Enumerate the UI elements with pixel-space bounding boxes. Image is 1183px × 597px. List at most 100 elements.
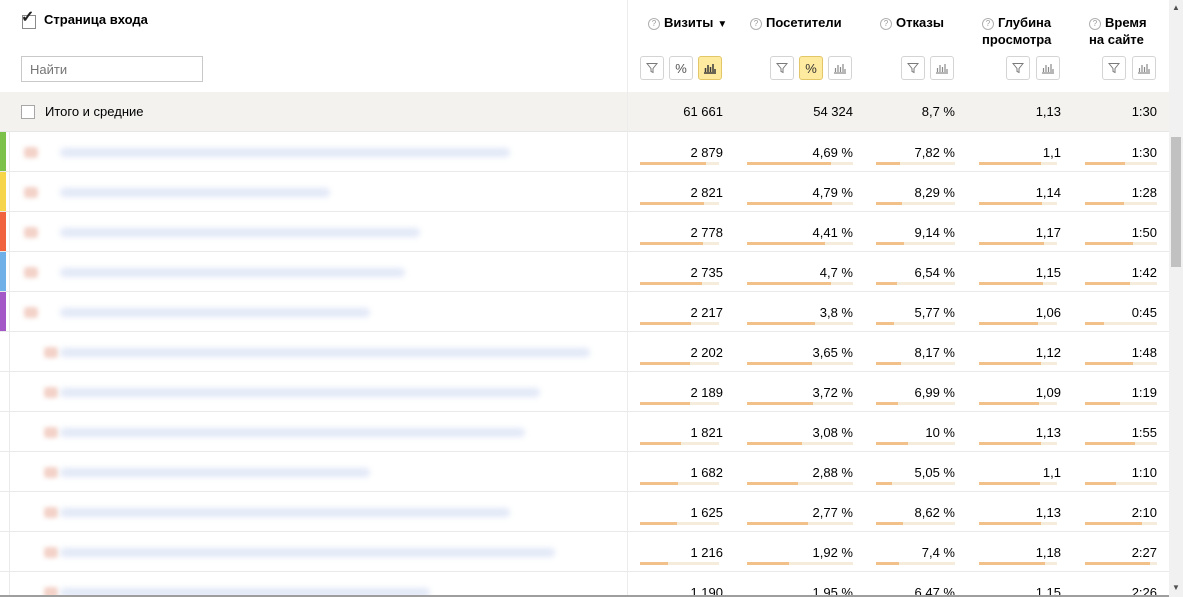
cell-bar-fill [640,402,690,405]
blurred-page-url[interactable] [60,468,370,477]
cell-bar [979,362,1057,365]
cell-bar-fill [1085,442,1135,445]
table-row[interactable]: 2 879 4,69 % 7,82 % 1,1 1:30 [0,132,1169,172]
totals-time: 1:30 [1131,104,1157,119]
table-row[interactable]: 2 217 3,8 % 5,77 % 1,06 0:45 [0,292,1169,332]
blurred-page-url[interactable] [60,308,370,317]
column-header-visits[interactable]: ? Визиты ▼ [648,14,727,33]
blurred-page-url[interactable] [60,348,590,357]
column-header-depth[interactable]: ? Глубина просмотра [982,14,1062,48]
help-icon[interactable]: ? [982,18,994,30]
cell-value: 1:42 [1131,265,1157,280]
dimension-checkbox[interactable]: ✓ [21,9,36,29]
cell-bar-fill [747,282,831,285]
cell-value: 2 821 [690,185,723,200]
series-color-strip [0,132,6,171]
table-row[interactable]: 2 202 3,65 % 8,17 % 1,12 1:48 [0,332,1169,372]
cell-bar-fill [1085,362,1133,365]
table-row[interactable]: 1 216 1,92 % 7,4 % 1,18 2:27 [0,532,1169,572]
column-header-visitors[interactable]: ? Посетители [750,14,842,31]
cell-bar-fill [876,242,904,245]
filter-button[interactable] [901,56,925,80]
cell-bar-fill [979,402,1039,405]
cell-bar-fill [979,482,1040,485]
bars-button[interactable] [1132,56,1156,80]
cell-bar-fill [747,202,832,205]
cell-bar-fill [979,242,1044,245]
cell-bar [640,442,719,445]
cell-bar [747,242,853,245]
table-row[interactable]: 1 190 1,95 % 6,47 % 1,15 2:26 [0,572,1169,597]
help-icon[interactable]: ? [750,18,762,30]
cell-value: 1:28 [1131,185,1157,200]
cell-bar-fill [1085,242,1133,245]
bars-button[interactable] [1036,56,1060,80]
vertical-scrollbar[interactable]: ▲ ▼ [1169,0,1183,597]
table-row[interactable]: 1 682 2,88 % 5,05 % 1,1 1:10 [0,452,1169,492]
cell-bar-fill [876,402,898,405]
table-row[interactable]: 1 821 3,08 % 10 % 1,13 1:55 [0,412,1169,452]
search-input[interactable] [21,56,203,82]
cell-bar [1085,522,1157,525]
blurred-page-url[interactable] [60,388,540,397]
cell-bar [876,482,955,485]
cell-bar-fill [640,362,690,365]
filter-button[interactable] [1102,56,1126,80]
totals-checkbox[interactable] [21,105,35,119]
table-row[interactable]: 2 189 3,72 % 6,99 % 1,09 1:19 [0,372,1169,412]
cell-value: 2 778 [690,225,723,240]
scrollbar-thumb[interactable] [1171,137,1181,267]
blurred-page-url[interactable] [60,188,330,197]
bar-chart-icon [936,64,948,74]
cell-value: 1 625 [690,505,723,520]
blurred-page-url[interactable] [60,508,510,517]
bars-button[interactable] [698,56,722,80]
cell-value: 5,77 % [914,305,955,320]
table-row[interactable]: 1 625 2,77 % 8,62 % 1,13 2:10 [0,492,1169,532]
blurred-page-url[interactable] [60,548,555,557]
percent-button[interactable]: % [669,56,693,80]
cell-bar [876,282,955,285]
blurred-page-url[interactable] [60,268,405,277]
blurred-page-url[interactable] [60,148,510,157]
cell-bar [979,562,1057,565]
help-icon[interactable]: ? [648,18,660,30]
blurred-page-url[interactable] [60,228,420,237]
column-label: Посетители [766,15,842,30]
bars-button[interactable] [828,56,852,80]
blurred-favicon [44,387,58,398]
cell-value: 4,7 % [819,265,853,280]
cell-value: 1 821 [690,425,723,440]
percent-button[interactable]: % [799,56,823,80]
table-row[interactable]: 2 821 4,79 % 8,29 % 1,14 1:28 [0,172,1169,212]
cell-value: 7,4 % [921,545,955,560]
cell-bar [1085,442,1157,445]
cell-bar [979,162,1057,165]
table-row[interactable]: 2 778 4,41 % 9,14 % 1,17 1:50 [0,212,1169,252]
cell-bar [876,522,955,525]
series-color-strip [0,212,6,251]
cell-bar-fill [1085,482,1116,485]
sort-desc-icon[interactable]: ▼ [717,19,727,30]
cell-value: 1:19 [1131,385,1157,400]
column-header-bounces[interactable]: ? Отказы [880,14,944,31]
help-icon[interactable]: ? [880,18,892,30]
filter-button[interactable] [1006,56,1030,80]
blurred-page-url[interactable] [60,428,525,437]
table-row[interactable]: 2 735 4,7 % 6,54 % 1,15 1:42 [0,252,1169,292]
cell-bar-fill [979,562,1045,565]
help-icon[interactable]: ? [1089,18,1101,30]
cell-value: 6,99 % [914,385,955,400]
filter-button[interactable] [770,56,794,80]
scroll-down-icon[interactable]: ▼ [1172,583,1180,592]
dimension-header[interactable]: ✓ Страница входа [21,9,148,29]
cell-bar-fill [979,282,1043,285]
cell-value: 1,13 [1035,425,1061,440]
cell-bar-fill [640,562,668,565]
cell-bar [747,322,853,325]
cell-value: 2:10 [1131,505,1157,520]
scroll-up-icon[interactable]: ▲ [1172,3,1180,12]
column-header-time[interactable]: ? Время на сайте [1089,14,1153,48]
filter-button[interactable] [640,56,664,80]
bars-button[interactable] [930,56,954,80]
